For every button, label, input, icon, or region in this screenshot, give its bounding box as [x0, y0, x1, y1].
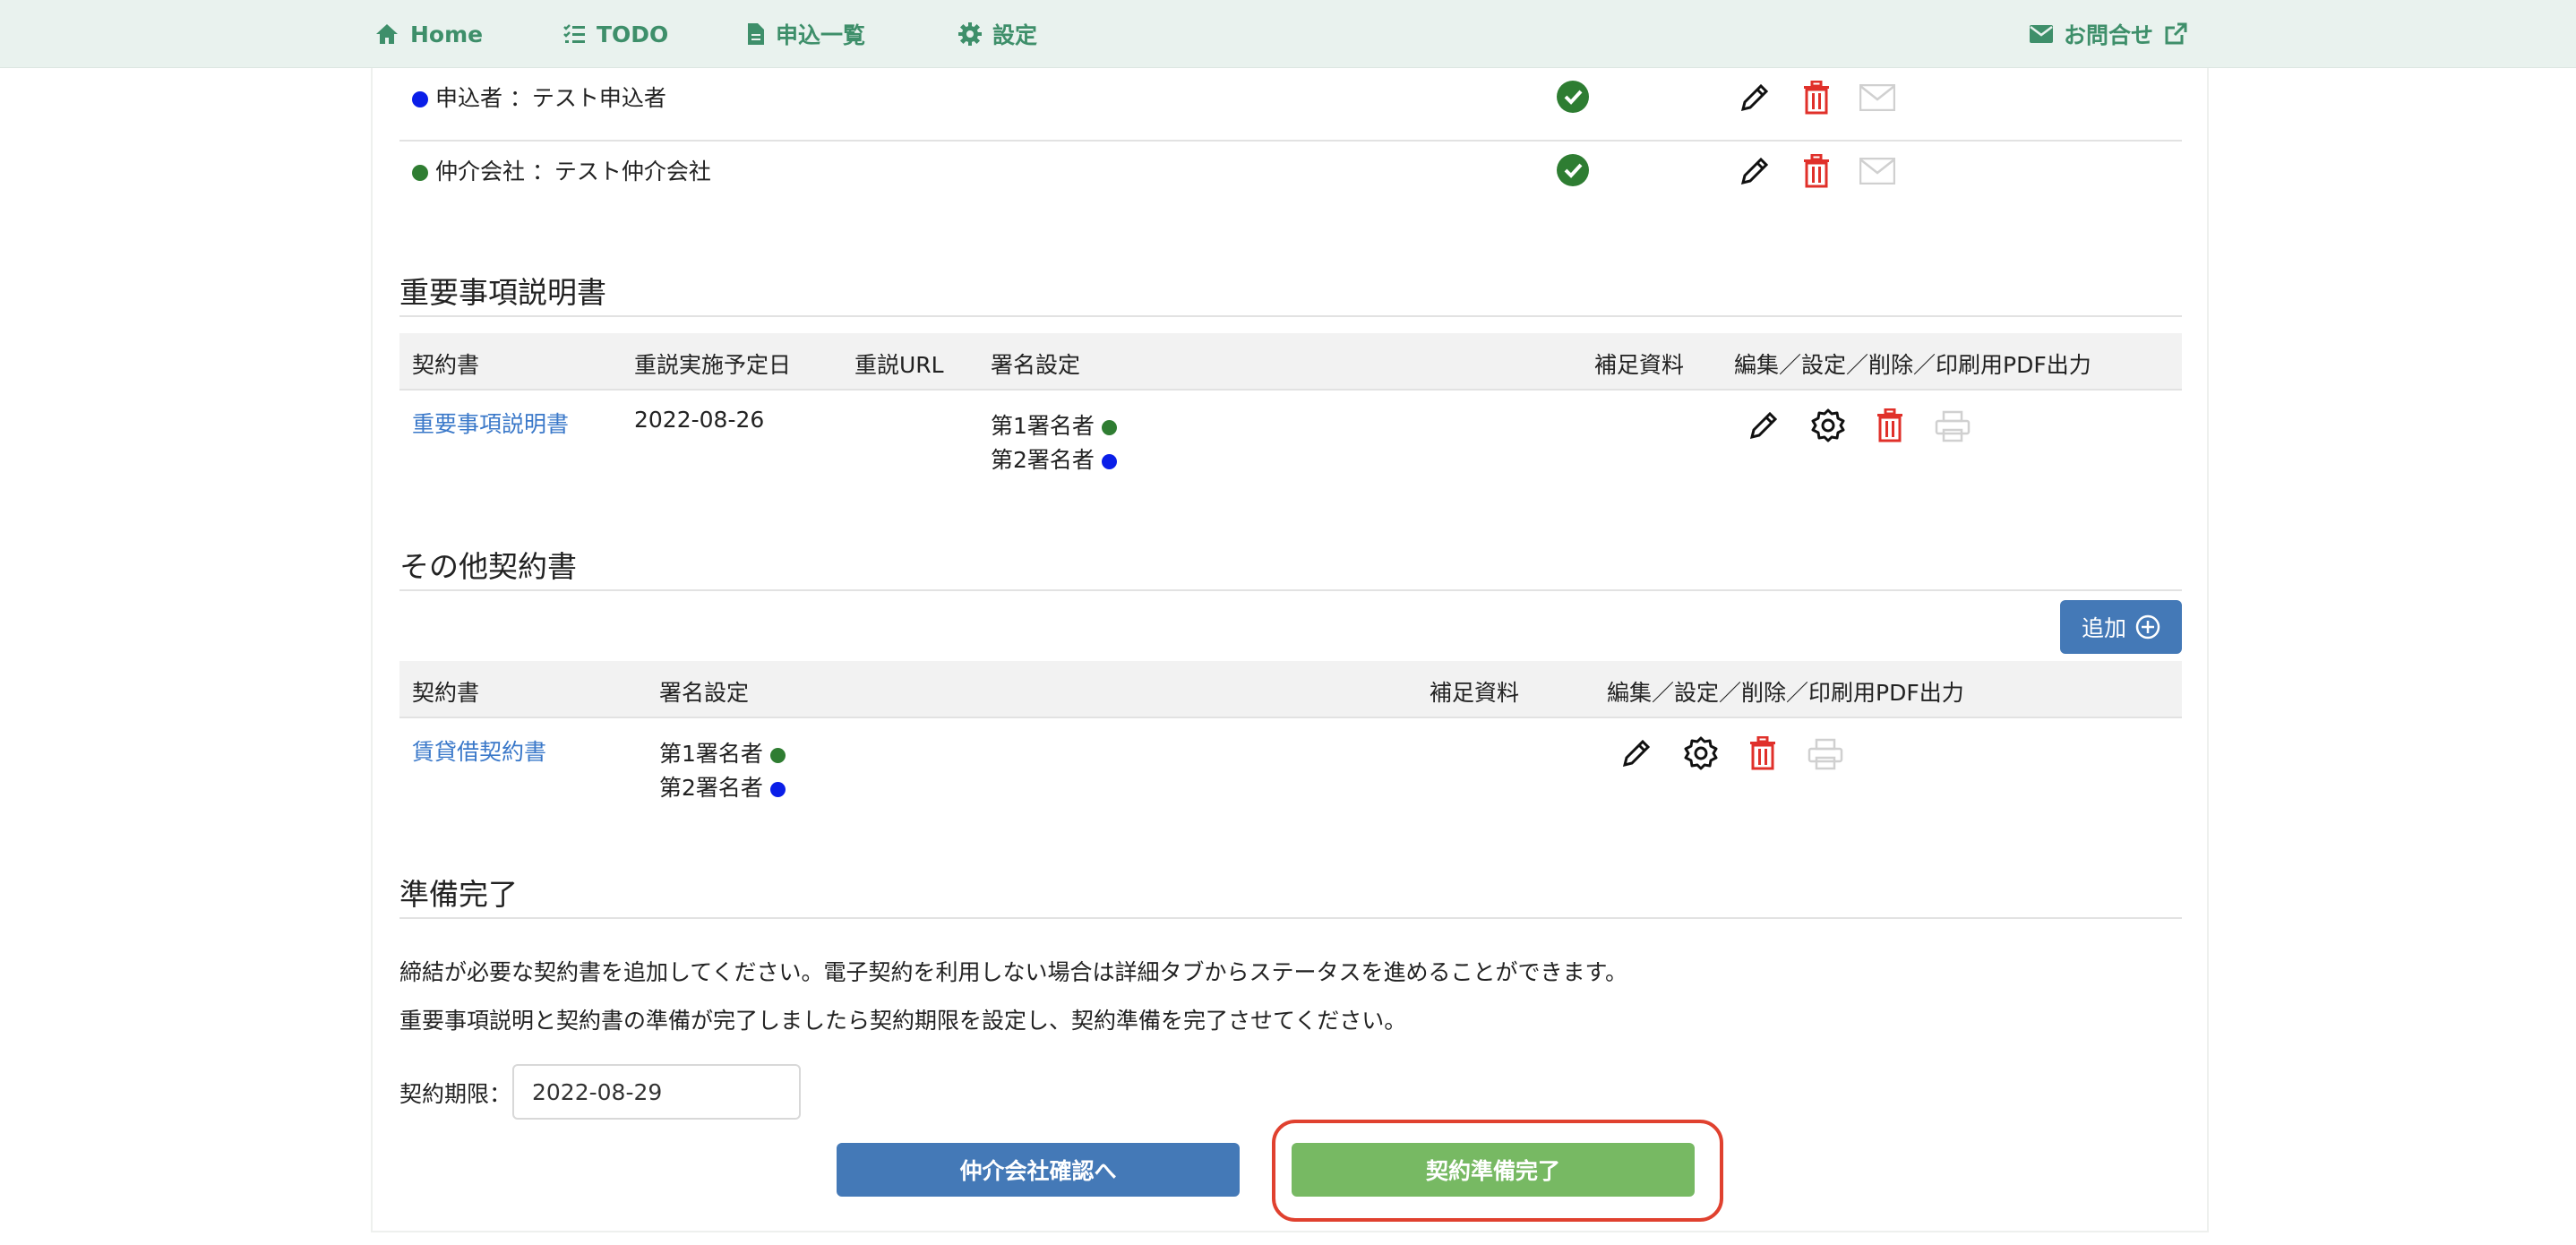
nav-applications-label: 申込一覧 [776, 22, 866, 48]
nav-settings[interactable]: 設定 [958, 0, 1037, 68]
signer-status-dot [1101, 419, 1117, 435]
contract-ready-complete-button[interactable]: 契約準備完了 [1292, 1143, 1695, 1197]
signer-status-dot [412, 165, 428, 181]
envelope-icon [2030, 25, 2053, 43]
signer-label: 第1署名者 [991, 413, 1095, 439]
pencil-icon[interactable] [1739, 82, 1770, 113]
signer-row-applicant: 申込者 ：テスト申込者 [412, 81, 666, 113]
column-header-contract: 契約書 [412, 680, 480, 706]
column-header-supplement: 補足資料 [1430, 680, 1520, 706]
divider [399, 917, 2182, 919]
divider [399, 589, 2182, 591]
broker-confirm-button[interactable]: 仲介会社確認へ [837, 1143, 1240, 1197]
top-navbar: Home TODO 申込一覧 設定 お問合せ [0, 0, 2576, 68]
signer-setting-2: 第2署名者 [659, 770, 786, 803]
column-header-actions: 編集／設定／削除／印刷用PDF出力 [1607, 680, 1964, 706]
signer-label: 第2署名者 [659, 775, 763, 801]
column-header-signature: 署名設定 [991, 352, 1081, 378]
gear-icon[interactable] [1811, 408, 1845, 442]
plus-circle-icon [2135, 614, 2160, 640]
deadline-label: 契約期限： [399, 1081, 512, 1107]
signer-label: 申込者 ：テスト申込者 [434, 85, 666, 111]
column-header-signature: 署名設定 [659, 680, 750, 706]
signer-label: 第2署名者 [991, 447, 1095, 473]
mail-disabled-icon [1859, 158, 1895, 185]
divider [399, 717, 2182, 718]
pencil-icon[interactable] [1748, 410, 1779, 441]
signer-setting-1: 第1署名者 [991, 408, 1117, 441]
print-disabled-icon [1935, 410, 1971, 442]
signer-status-dot [412, 91, 428, 107]
section-title-ready: 準備完了 [399, 877, 518, 912]
trash-icon[interactable] [1802, 81, 1831, 115]
nav-todo-label: TODO [597, 21, 669, 47]
divider [399, 389, 2182, 391]
external-link-icon [2165, 22, 2187, 45]
content-card: 申込者 ：テスト申込者 仲介会社 ：テスト仲介会社 重要事項説明書 契約書 重説… [371, 68, 2209, 1232]
home-icon [376, 24, 398, 44]
signer-status-dot [769, 781, 786, 797]
divider [399, 315, 2182, 317]
gear-icon [958, 22, 982, 46]
instruction-text-1: 締結が必要な契約書を追加してください。電子契約を利用しない場合は詳細タブからステ… [399, 959, 1628, 985]
column-header-supplement: 補足資料 [1594, 352, 1685, 378]
add-button-label: 追加 [2081, 615, 2126, 641]
divider [399, 140, 2182, 142]
signer-status-dot [1101, 453, 1117, 469]
signer-status-dot [769, 747, 786, 763]
add-contract-button[interactable]: 追加 [2060, 600, 2182, 654]
mail-disabled-icon [1859, 84, 1895, 111]
nav-home[interactable]: Home [374, 0, 483, 68]
gear-icon[interactable] [1684, 736, 1718, 770]
trash-icon[interactable] [1748, 736, 1777, 770]
nav-applications[interactable]: 申込一覧 [747, 0, 865, 68]
contract-link-lease[interactable]: 賃貸借契約書 [412, 734, 546, 767]
signer-label: 第1署名者 [659, 741, 763, 767]
column-header-date: 重説実施予定日 [634, 352, 792, 378]
deadline-date-input[interactable] [512, 1064, 801, 1120]
column-header-actions: 編集／設定／削除／印刷用PDF出力 [1734, 352, 2091, 378]
nav-todo[interactable]: TODO [562, 0, 668, 68]
checklist-icon [563, 24, 585, 43]
meeting-date: 2022-08-26 [634, 407, 765, 433]
nav-contact[interactable]: お問合せ [2030, 0, 2187, 68]
check-circle-icon [1557, 81, 1589, 113]
trash-icon[interactable] [1876, 408, 1904, 442]
nav-contact-label: お問合せ [2064, 22, 2154, 48]
pencil-icon[interactable] [1621, 738, 1652, 768]
print-disabled-icon [1807, 738, 1843, 770]
column-header-contract: 契約書 [412, 352, 480, 378]
nav-settings-label: 設定 [992, 22, 1038, 48]
signer-row-broker: 仲介会社 ：テスト仲介会社 [412, 154, 711, 186]
signer-label: 仲介会社 ：テスト仲介会社 [434, 159, 711, 185]
column-header-url: 重説URL [854, 352, 944, 378]
signer-setting-2: 第2署名者 [991, 442, 1117, 475]
document-icon [748, 23, 764, 45]
nav-home-label: Home [410, 21, 484, 47]
signer-setting-1: 第1署名者 [659, 736, 786, 768]
check-circle-icon [1557, 154, 1589, 186]
section-title-important: 重要事項説明書 [399, 275, 606, 310]
instruction-text-2: 重要事項説明と契約書の準備が完了しましたら契約期限を設定し、契約準備を完了させて… [399, 1008, 1407, 1034]
section-title-other: その他契約書 [399, 549, 577, 584]
contract-link-important[interactable]: 重要事項説明書 [412, 407, 569, 439]
pencil-icon[interactable] [1739, 156, 1770, 186]
trash-icon[interactable] [1802, 154, 1831, 188]
